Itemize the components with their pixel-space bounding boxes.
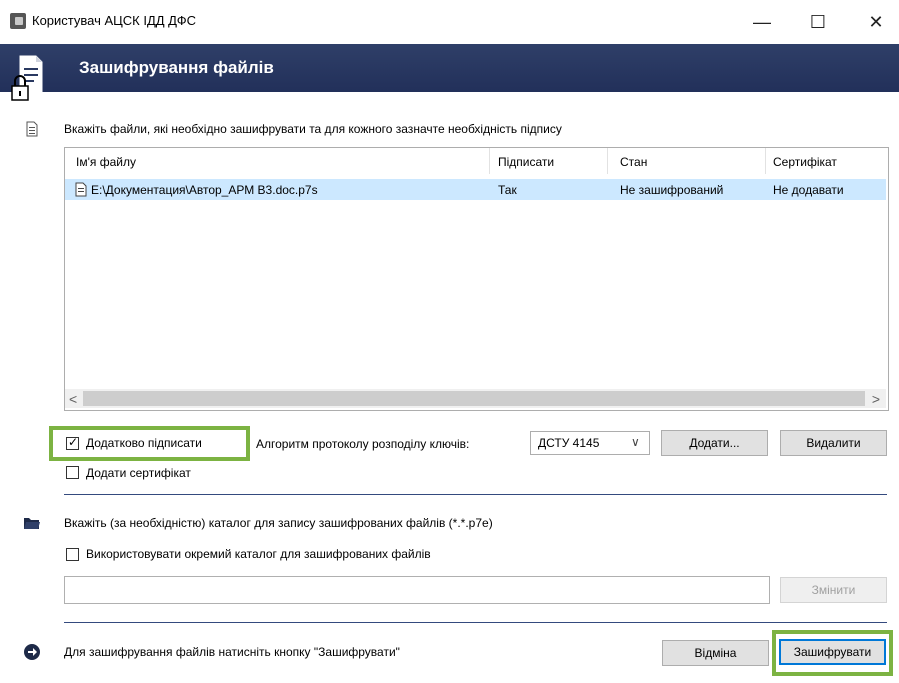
chevron-down-icon: ∨ bbox=[631, 435, 640, 449]
add-certificate-checkbox[interactable] bbox=[66, 466, 79, 479]
scrollbar-thumb[interactable] bbox=[83, 391, 865, 406]
add-button[interactable]: Додати... bbox=[661, 430, 768, 456]
folder-icon bbox=[24, 518, 40, 529]
maximize-button[interactable]: ☐ bbox=[795, 8, 841, 36]
add-certificate-label[interactable]: Додати сертифікат bbox=[86, 466, 191, 480]
separate-dir-label[interactable]: Використовувати окремий каталог для заши… bbox=[86, 547, 431, 561]
cell-state: Не зашифрований bbox=[620, 183, 724, 197]
column-header-state[interactable]: Стан bbox=[620, 155, 647, 169]
algorithm-label: Алгоритм протоколу розподілу ключів: bbox=[256, 437, 470, 451]
files-list[interactable]: Ім'я файлу Підписати Стан Сертифікат E:\… bbox=[64, 147, 889, 411]
scroll-right-icon[interactable]: > bbox=[872, 391, 880, 407]
window-title: Користувач АЦСК ІДД ДФС bbox=[32, 13, 196, 28]
horizontal-scrollbar[interactable]: < > bbox=[65, 389, 886, 408]
cell-sign: Так bbox=[498, 183, 517, 197]
output-path-input[interactable] bbox=[64, 576, 770, 604]
divider bbox=[64, 494, 887, 495]
page-title: Зашифрування файлів bbox=[79, 58, 274, 77]
column-separator bbox=[765, 148, 766, 174]
separate-dir-checkbox[interactable] bbox=[66, 548, 79, 561]
sign-additionally-checkbox[interactable] bbox=[66, 435, 79, 450]
list-header: Ім'я файлу Підписати Стан Сертифікат bbox=[65, 148, 886, 174]
cell-certificate: Не додавати bbox=[773, 183, 844, 197]
divider bbox=[64, 622, 887, 623]
output-instruction: Вкажіть (за необхідністю) каталог для за… bbox=[64, 516, 493, 530]
column-separator bbox=[489, 148, 490, 174]
table-row[interactable]: E:\Документация\Автор_АРМ В3.doc.p7s Так… bbox=[65, 179, 886, 200]
files-instruction: Вкажіть файли, які необхідно зашифрувати… bbox=[64, 122, 562, 136]
delete-button[interactable]: Видалити bbox=[780, 430, 887, 456]
arrow-right-circle-icon bbox=[24, 644, 40, 660]
sign-additionally-label[interactable]: Додатково підписати bbox=[86, 436, 202, 450]
app-icon bbox=[10, 13, 26, 29]
cell-filename: E:\Документация\Автор_АРМ В3.doc.p7s bbox=[91, 183, 318, 197]
change-button[interactable]: Змінити bbox=[780, 577, 887, 603]
encrypted-document-icon bbox=[11, 55, 43, 101]
column-header-filename[interactable]: Ім'я файлу bbox=[76, 155, 136, 169]
column-header-sign[interactable]: Підписати bbox=[498, 155, 554, 169]
document-list-icon bbox=[26, 121, 38, 137]
encrypt-button[interactable]: Зашифрувати bbox=[779, 639, 886, 665]
scroll-left-icon[interactable]: < bbox=[69, 391, 77, 407]
minimize-button[interactable]: — bbox=[739, 8, 785, 36]
close-button[interactable]: ✕ bbox=[853, 8, 899, 36]
footer-hint: Для зашифрування файлів натисніть кнопку… bbox=[64, 645, 400, 659]
algorithm-value: ДСТУ 4145 bbox=[538, 436, 600, 450]
algorithm-select[interactable]: ДСТУ 4145 ∨ bbox=[530, 431, 650, 455]
cancel-button[interactable]: Відміна bbox=[662, 640, 769, 666]
column-separator bbox=[607, 148, 608, 174]
file-icon bbox=[75, 182, 87, 197]
column-header-certificate[interactable]: Сертифікат bbox=[773, 155, 837, 169]
